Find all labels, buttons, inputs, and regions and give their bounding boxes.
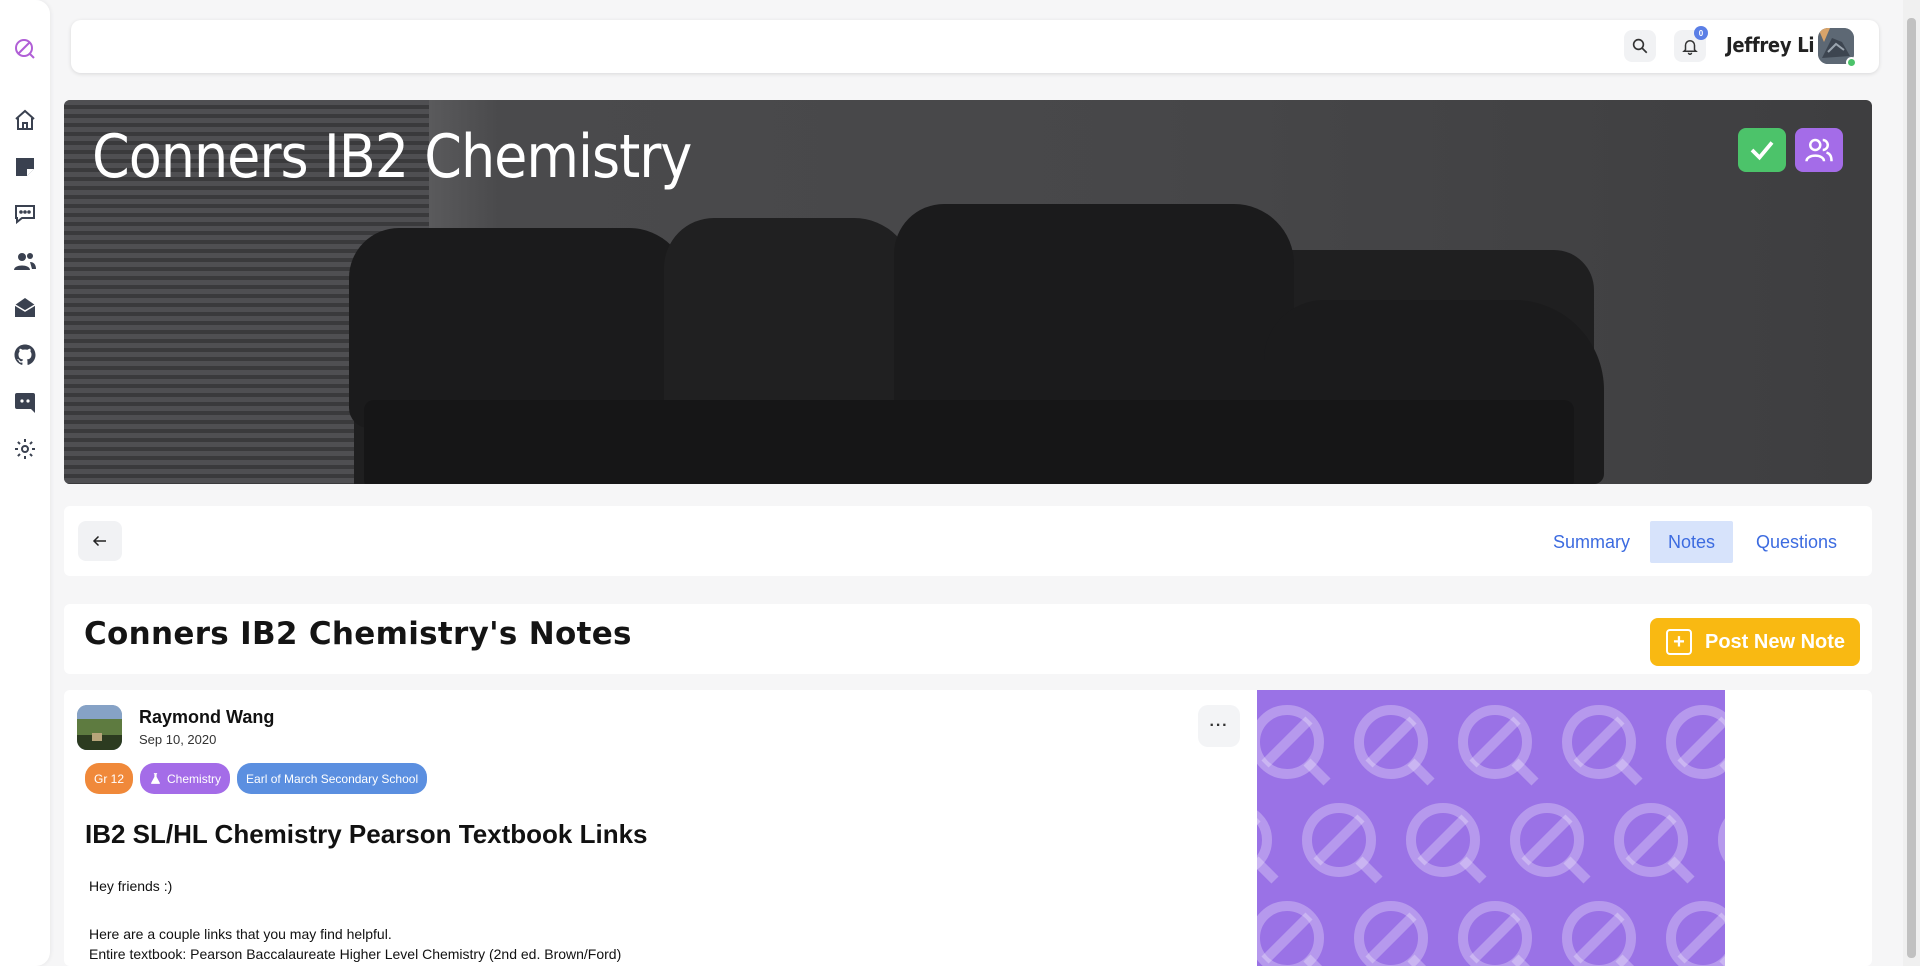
notes-header: Conners IB2 Chemistry's Notes + Post New… — [64, 604, 1872, 674]
members-button[interactable] — [1795, 128, 1843, 172]
bell-icon — [1682, 40, 1698, 55]
tag-subject[interactable]: Chemistry — [140, 763, 231, 794]
flask-icon — [151, 773, 160, 784]
arrow-left-icon — [92, 535, 106, 547]
pattern-logo-icon — [1666, 901, 1725, 966]
pattern-logo-icon — [1354, 901, 1428, 966]
post-new-note-button[interactable]: + Post New Note — [1650, 618, 1860, 666]
post-new-note-label: Post New Note — [1705, 630, 1846, 653]
discord-icon[interactable] — [12, 389, 38, 415]
search-button[interactable] — [1624, 30, 1656, 62]
sidebar — [0, 0, 50, 966]
check-icon — [1750, 141, 1774, 161]
tag-grade[interactable]: Gr 12 — [85, 763, 134, 794]
notifications-button[interactable]: 0 — [1674, 26, 1708, 62]
home-icon[interactable] — [12, 107, 38, 133]
note-cover-image — [1257, 690, 1725, 966]
pattern-logo-icon — [1510, 803, 1591, 884]
notification-count-badge: 0 — [1694, 26, 1708, 40]
tab-summary[interactable]: Summary — [1535, 521, 1648, 563]
more-options-button[interactable]: ··· — [1198, 705, 1240, 747]
note-icon[interactable] — [12, 154, 38, 180]
pattern-logo-icon — [1458, 901, 1532, 966]
post-date: Sep 10, 2020 — [139, 732, 217, 747]
pattern-logo-icon — [1257, 810, 1279, 884]
pattern-logo-icon — [1666, 705, 1725, 779]
pattern-logo-icon — [1614, 803, 1695, 884]
tab-notes[interactable]: Notes — [1650, 521, 1734, 563]
github-icon[interactable] — [12, 342, 38, 368]
users-icon[interactable] — [12, 248, 38, 274]
notes-section-title: Conners IB2 Chemistry's Notes — [84, 616, 632, 652]
scrollbar-thumb[interactable] — [1907, 18, 1916, 958]
section-tabs-bar: Summary Notes Questions — [64, 506, 1872, 576]
pattern-logo-icon — [1562, 705, 1643, 786]
joined-check-button[interactable] — [1738, 128, 1786, 172]
note-title[interactable]: IB2 SL/HL Chemistry Pearson Textbook Lin… — [85, 819, 648, 850]
pattern-logo-icon — [1718, 818, 1725, 862]
settings-icon[interactable] — [12, 436, 38, 462]
users-icon — [1805, 138, 1833, 162]
online-status-dot — [1846, 57, 1857, 68]
page-scrollbar[interactable] — [1903, 0, 1920, 966]
note-card[interactable]: Raymond Wang Sep 10, 2020 ··· Gr 12 Chem… — [64, 690, 1872, 966]
pattern-logo-icon — [1562, 901, 1636, 966]
inbox-icon[interactable] — [12, 295, 38, 321]
note-body-line: Here are a couple links that you may fin… — [89, 926, 392, 942]
pattern-logo-icon — [1406, 803, 1487, 884]
class-banner: Conners IB2 Chemistry — [64, 100, 1872, 484]
user-name[interactable]: Jeffrey Li — [1726, 33, 1815, 57]
chat-icon[interactable] — [12, 201, 38, 227]
note-body: Hey friends :) Here are a couple links t… — [89, 876, 1189, 964]
quiz-logo-icon[interactable] — [12, 36, 38, 62]
pattern-logo-icon — [1354, 705, 1435, 786]
pattern-logo-icon — [1302, 803, 1383, 884]
search-icon — [1632, 38, 1648, 54]
pattern-logo-icon — [1257, 901, 1324, 966]
pattern-logo-icon — [1458, 705, 1539, 786]
tag-list: Gr 12 Chemistry Earl of March Secondary … — [85, 763, 428, 794]
author-avatar[interactable] — [77, 705, 122, 750]
plus-icon: + — [1666, 629, 1692, 655]
note-body-line: Entire textbook: Pearson Baccalaureate H… — [89, 946, 622, 962]
class-title: Conners IB2 Chemistry — [92, 122, 692, 192]
tab-questions[interactable]: Questions — [1738, 521, 1855, 563]
tag-school[interactable]: Earl of March Secondary School — [237, 763, 428, 794]
top-bar: 0 Jeffrey Li — [71, 20, 1879, 73]
author-name[interactable]: Raymond Wang — [139, 707, 274, 728]
pattern-logo-icon — [1257, 705, 1331, 786]
note-body-line: Hey friends :) — [89, 878, 173, 894]
back-button[interactable] — [78, 521, 122, 561]
